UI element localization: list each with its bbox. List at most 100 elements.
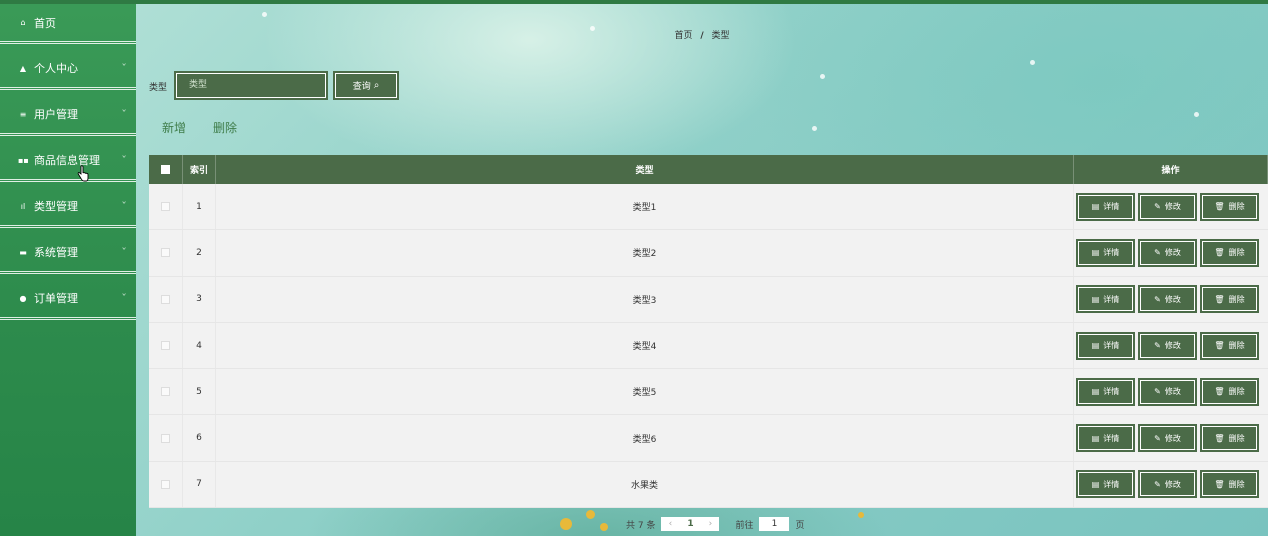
monitor-icon: ▬ (19, 247, 27, 257)
sidebar: ⌂ 首页 ▲ 个人中心 ˅ ≡ 用户管理 ˅ ▪▪ 商品信息管理 ˅ ıl 类型… (0, 4, 136, 536)
row-checkbox[interactable] (161, 433, 170, 443)
sidebar-item-order-management[interactable]: ● 订单管理 ˅ (0, 279, 136, 320)
sidebar-item-user-management[interactable]: ≡ 用户管理 ˅ (0, 95, 136, 136)
select-all-checkbox[interactable] (161, 165, 170, 174)
detail-button[interactable]: ▤ 详情 (1076, 470, 1135, 499)
row-type: 类型6 (216, 415, 1074, 461)
chevron-down-icon: ˅ (121, 109, 127, 118)
flower-decoration (560, 518, 572, 530)
search-label: 类型 (149, 83, 168, 93)
detail-button-label: 详情 (1103, 433, 1120, 443)
detail-button-label: 详情 (1103, 479, 1120, 489)
row-index: 5 (183, 369, 216, 415)
bar-chart-icon: ıl (20, 201, 26, 211)
total-count: 共 7 条 (626, 520, 656, 531)
current-page[interactable]: 1 (679, 517, 702, 531)
sidebar-item-type-management[interactable]: ıl 类型管理 ˅ (0, 187, 136, 228)
row-actions: ▤ 详情 ✎ 修改 🗑︎ 删除 (1074, 415, 1268, 460)
goto-page-input[interactable]: 1 (759, 517, 790, 531)
table-row: 4 类型4 ▤ 详情 ✎ 修改 🗑︎ 删除 (149, 322, 1268, 370)
grid-icon: ▪▪ (18, 155, 29, 165)
user-icon: ▲ (19, 63, 27, 73)
row-checkbox[interactable] (161, 387, 170, 397)
detail-button[interactable]: ▤ 详情 (1076, 238, 1135, 267)
page-nav: ‹ 1 › (661, 517, 720, 531)
delete-button[interactable]: 🗑︎ 删除 (1200, 470, 1259, 499)
pencil-icon: ✎ (1154, 294, 1161, 304)
row-actions: ▤ 详情 ✎ 修改 🗑︎ 删除 (1074, 230, 1268, 275)
document-icon: ▤ (1091, 248, 1100, 258)
sidebar-item-system-management[interactable]: ▬ 系统管理 ˅ (0, 233, 136, 274)
delete-button[interactable]: 🗑︎ 删除 (1200, 238, 1259, 267)
trash-icon: 🗑︎ (1214, 248, 1225, 258)
row-index: 7 (183, 461, 216, 508)
row-select-cell (149, 230, 183, 276)
document-icon: ▤ (1091, 387, 1100, 397)
detail-button[interactable]: ▤ 详情 (1076, 285, 1135, 314)
search-input[interactable]: 类型 (174, 71, 328, 100)
edit-button-label: 修改 (1164, 202, 1181, 212)
delete-button[interactable]: 🗑︎ 删除 (1200, 377, 1259, 406)
edit-button[interactable]: ✎ 修改 (1138, 285, 1197, 314)
row-checkbox[interactable] (161, 248, 170, 258)
delete-button-label: 删除 (1228, 433, 1245, 443)
next-page-icon[interactable]: › (701, 519, 719, 529)
prev-page-icon[interactable]: ‹ (661, 519, 679, 529)
detail-button[interactable]: ▤ 详情 (1076, 192, 1135, 221)
edit-button-label: 修改 (1164, 294, 1181, 304)
sidebar-item-product-info[interactable]: ▪▪ 商品信息管理 ˅ (0, 141, 136, 182)
delete-button[interactable]: 🗑︎ 删除 (1200, 192, 1259, 221)
pencil-icon: ✎ (1154, 341, 1161, 351)
chevron-down-icon: ˅ (121, 247, 127, 256)
sidebar-item-label: 个人中心 (34, 62, 78, 75)
sparkle-decoration (1030, 60, 1035, 65)
add-button[interactable]: 新增 (162, 119, 186, 136)
edit-button[interactable]: ✎ 修改 (1138, 238, 1197, 267)
top-border (0, 0, 1268, 4)
edit-button[interactable]: ✎ 修改 (1138, 424, 1197, 453)
detail-button[interactable]: ▤ 详情 (1076, 424, 1135, 453)
edit-button[interactable]: ✎ 修改 (1138, 192, 1197, 221)
sidebar-item-home[interactable]: ⌂ 首页 (0, 4, 136, 44)
row-checkbox[interactable] (161, 341, 170, 351)
edit-button[interactable]: ✎ 修改 (1138, 470, 1197, 499)
search-button[interactable]: 查询 ⌕ (333, 71, 399, 100)
breadcrumb-home[interactable]: 首页 (674, 31, 692, 41)
row-select-cell (149, 369, 183, 415)
flower-decoration (858, 512, 864, 518)
sidebar-item-label: 用户管理 (34, 108, 78, 121)
trash-icon: 🗑︎ (1214, 294, 1225, 304)
delete-button[interactable]: 🗑︎ 删除 (1200, 331, 1259, 360)
delete-button-label: 删除 (1228, 341, 1245, 351)
chevron-down-icon: ˅ (121, 63, 127, 72)
row-actions: ▤ 详情 ✎ 修改 🗑︎ 删除 (1074, 462, 1268, 507)
sidebar-item-label: 系统管理 (34, 246, 78, 259)
document-icon: ▤ (1091, 433, 1100, 443)
row-type: 类型3 (216, 276, 1074, 322)
row-index: 1 (183, 184, 216, 230)
row-type: 类型1 (216, 184, 1074, 230)
delete-button[interactable]: 🗑︎ 删除 (1200, 424, 1259, 453)
row-checkbox[interactable] (161, 294, 170, 304)
search-icon: ⌕ (373, 80, 380, 91)
detail-button-label: 详情 (1103, 341, 1120, 351)
delete-button[interactable]: 🗑︎ 删除 (1200, 285, 1259, 314)
row-checkbox[interactable] (161, 202, 170, 212)
trash-icon: 🗑︎ (1214, 479, 1225, 489)
detail-button[interactable]: ▤ 详情 (1076, 331, 1135, 360)
edit-button[interactable]: ✎ 修改 (1138, 377, 1197, 406)
edit-button[interactable]: ✎ 修改 (1138, 331, 1197, 360)
table-body: 1 类型1 ▤ 详情 ✎ 修改 🗑︎ 删除 2 类型2 ▤ 详情 ✎ 修改 🗑︎ 删除 3 类型3 ▤ 详情 ✎ 修改 🗑︎… (149, 184, 1268, 509)
row-type: 水果类 (216, 461, 1074, 508)
row-actions: ▤ 详情 ✎ 修改 🗑︎ 删除 (1074, 184, 1268, 229)
breadcrumb: 首页 / 类型 (136, 28, 1268, 41)
edit-button-label: 修改 (1164, 341, 1181, 351)
document-icon: ▤ (1091, 294, 1100, 304)
detail-button[interactable]: ▤ 详情 (1076, 377, 1135, 406)
batch-delete-button[interactable]: 删除 (213, 119, 237, 136)
breadcrumb-current: 类型 (711, 31, 730, 41)
row-checkbox[interactable] (161, 479, 170, 489)
column-header-index: 索引 (183, 155, 216, 184)
row-select-cell (149, 461, 183, 508)
sidebar-item-personal-center[interactable]: ▲ 个人中心 ˅ (0, 49, 136, 90)
